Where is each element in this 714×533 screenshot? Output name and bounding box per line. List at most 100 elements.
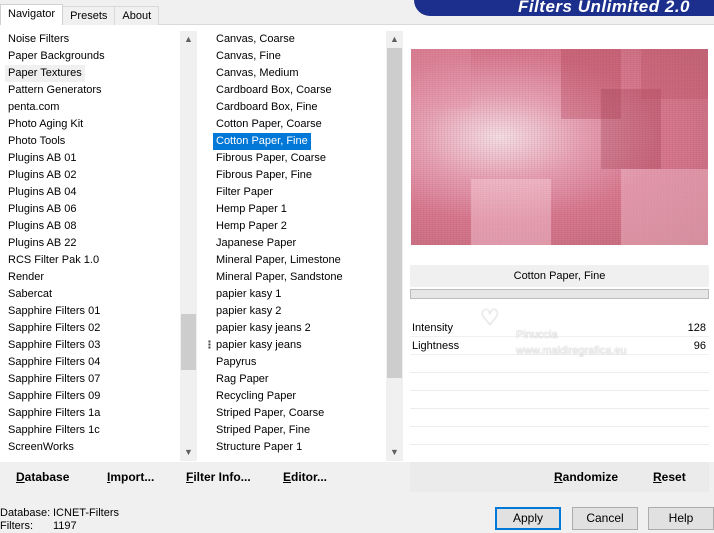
tab-navigator[interactable]: Navigator: [0, 4, 64, 25]
tab-about[interactable]: About: [114, 6, 160, 25]
filter-item[interactable]: Mineral Paper, Limestone: [208, 252, 386, 269]
chevron-up-icon[interactable]: ▲: [386, 31, 403, 48]
category-item[interactable]: Sapphire Filters 1c: [0, 422, 180, 439]
filter-item[interactable]: Papyrus: [208, 354, 386, 371]
filter-item[interactable]: Fibrous Paper, Fine: [208, 167, 386, 184]
category-item[interactable]: Plugins AB 06: [0, 201, 180, 218]
filter-info-button[interactable]: Filter Info...: [186, 470, 251, 484]
preview-block: [621, 169, 708, 245]
category-item-label: Noise Filters: [8, 33, 70, 45]
filter-item[interactable]: Cotton Paper, Coarse: [208, 116, 386, 133]
category-item[interactable]: Sapphire Filters 04: [0, 354, 180, 371]
database-value: ICNET-Filters: [53, 507, 119, 519]
category-item[interactable]: Plugins AB 08: [0, 218, 180, 235]
filter-item[interactable]: papier kasy 2: [208, 303, 386, 320]
filter-item-label: Mineral Paper, Limestone: [216, 254, 341, 266]
category-item[interactable]: Pattern Generators: [0, 82, 180, 99]
chevron-down-icon[interactable]: ▼: [180, 444, 197, 461]
cancel-button[interactable]: Cancel: [572, 507, 638, 530]
category-item-label: Sapphire Filters 02: [8, 322, 101, 334]
filter-item[interactable]: Cardboard Box, Coarse: [208, 82, 386, 99]
category-item-label: Sapphire Filters 1c: [8, 424, 100, 436]
chevron-down-icon[interactable]: ▼: [386, 444, 403, 461]
category-item-label: Sabercat: [8, 288, 53, 300]
preview-block: [471, 179, 551, 245]
filter-item[interactable]: Recycling Paper: [208, 388, 386, 405]
database-info: Database: ICNET-Filters: [0, 507, 140, 520]
preview-block: [601, 89, 661, 169]
filter-item[interactable]: Hemp Paper 1: [208, 201, 386, 218]
category-item[interactable]: Sapphire Filters 09: [0, 388, 180, 405]
param-value: 96: [693, 340, 706, 352]
category-item[interactable]: Plugins AB 01: [0, 150, 180, 167]
param-intensity[interactable]: Intensity 128: [410, 319, 709, 337]
category-item[interactable]: Photo Aging Kit: [0, 116, 180, 133]
category-item[interactable]: Sapphire Filters 03: [0, 337, 180, 354]
filter-item[interactable]: Canvas, Fine: [208, 48, 386, 65]
filter-item[interactable]: Canvas, Coarse: [208, 31, 386, 48]
category-item[interactable]: Noise Filters: [0, 31, 180, 48]
filter-item[interactable]: Mineral Paper, Sandstone: [208, 269, 386, 286]
filter-scroll-thumb[interactable]: [387, 48, 402, 378]
category-scroll-thumb[interactable]: [181, 314, 196, 370]
category-item[interactable]: penta.com: [0, 99, 180, 116]
help-button[interactable]: Help: [648, 507, 714, 530]
category-item[interactable]: Photo Tools: [0, 133, 180, 150]
filter-item[interactable]: Cardboard Box, Fine: [208, 99, 386, 116]
filter-item[interactable]: Striped Paper, Fine: [208, 422, 386, 439]
category-item-label: Plugins AB 04: [8, 186, 77, 198]
category-item[interactable]: Sapphire Filters 1a: [0, 405, 180, 422]
filter-item-label: papier kasy jeans 2: [216, 322, 311, 334]
filter-item[interactable]: Striped Paper, Coarse: [208, 405, 386, 422]
filter-item-label: Striped Paper, Coarse: [216, 407, 325, 419]
filter-item[interactable]: Japanese Paper: [208, 235, 386, 252]
filter-list[interactable]: Canvas, Coarse Canvas, Fine Canvas, Medium…: [208, 31, 386, 461]
category-item[interactable]: Render: [0, 269, 180, 286]
filter-item-label: Mineral Paper, Sandstone: [216, 271, 343, 283]
current-filter-name: Cotton Paper, Fine: [410, 265, 709, 287]
param-divider: [410, 372, 709, 373]
category-item[interactable]: Plugins AB 02: [0, 167, 180, 184]
filter-item-label: Fibrous Paper, Coarse: [216, 152, 327, 164]
category-item[interactable]: RCS Filter Pak 1.0: [0, 252, 180, 269]
preview-block: [411, 49, 471, 109]
category-item[interactable]: Paper Backgrounds: [0, 48, 180, 65]
category-item[interactable]: Sapphire Filters 07: [0, 371, 180, 388]
filter-item[interactable]: Filter Paper: [208, 184, 386, 201]
filter-item[interactable]: Cotton Paper, Fine: [208, 133, 386, 150]
chevron-up-icon[interactable]: ▲: [180, 31, 197, 48]
category-item[interactable]: Plugins AB 22: [0, 235, 180, 252]
filter-item-label: Japanese Paper: [216, 237, 297, 249]
filters-count: 1197: [53, 520, 77, 532]
filter-item[interactable]: papier kasy jeans 2: [208, 320, 386, 337]
tab-presets[interactable]: Presets: [62, 6, 116, 25]
preview-block: [641, 49, 708, 99]
filter-scrollbar[interactable]: ▲ ▼: [386, 31, 403, 461]
filter-item[interactable]: Hemp Paper 2: [208, 218, 386, 235]
import-button[interactable]: Import...: [107, 470, 154, 484]
apply-button[interactable]: Apply: [495, 507, 561, 530]
randomize-button[interactable]: Randomize: [554, 470, 618, 484]
filter-item[interactable]: papier kasy 1: [208, 286, 386, 303]
category-item[interactable]: Paper Textures: [0, 65, 180, 82]
filter-item-label: Papyrus: [216, 356, 257, 368]
category-item[interactable]: Sapphire Filters 01: [0, 303, 180, 320]
filter-item[interactable]: papier kasy jeans: [208, 337, 386, 354]
reset-button[interactable]: Reset: [653, 470, 686, 484]
editor-button[interactable]: Editor...: [283, 470, 327, 484]
category-list[interactable]: Noise Filters Paper Backgrounds Paper Text…: [0, 31, 180, 461]
filter-item[interactable]: Fibrous Paper, Coarse: [208, 150, 386, 167]
progress-bar: [410, 289, 709, 299]
category-item[interactable]: Sapphire Filters 02: [0, 320, 180, 337]
category-item[interactable]: Plugins AB 04: [0, 184, 180, 201]
category-item[interactable]: Sabercat: [0, 286, 180, 303]
filter-item[interactable]: Structure Paper 1: [208, 439, 386, 456]
filter-item[interactable]: Canvas, Medium: [208, 65, 386, 82]
category-item-label: Sapphire Filters 04: [8, 356, 101, 368]
category-item-label: Sapphire Filters 07: [8, 373, 101, 385]
database-button[interactable]: Database: [16, 470, 69, 484]
filter-item[interactable]: Rag Paper: [208, 371, 386, 388]
splitter-grip-icon[interactable]: ▪ ▪ ▪: [208, 338, 213, 352]
category-item[interactable]: ScreenWorks: [0, 439, 180, 456]
category-scrollbar[interactable]: ▲ ▼: [180, 31, 197, 461]
